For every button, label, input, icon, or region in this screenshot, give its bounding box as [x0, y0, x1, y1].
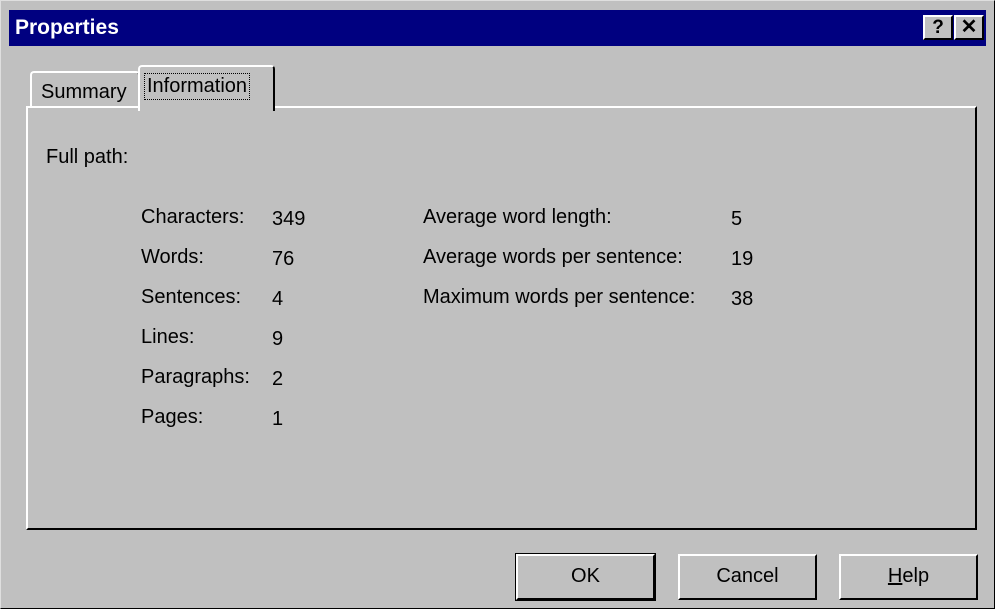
title-bar: Properties ? ✕: [9, 10, 986, 46]
stat-label-characters: Characters:: [141, 206, 245, 228]
stat-label-words: Words:: [141, 246, 204, 268]
stat-label-paragraphs: Paragraphs:: [141, 366, 250, 388]
ok-button[interactable]: OK: [515, 553, 656, 601]
stat-label-sentences: Sentences:: [141, 286, 242, 308]
stat-value-words: 76: [272, 248, 295, 270]
full-path-label: Full path:: [46, 146, 129, 168]
stat-value-avg-word-length: 5: [731, 208, 743, 230]
stat-value-max-words-sentence: 38: [731, 288, 754, 310]
stat-value-paragraphs: 2: [272, 368, 284, 390]
stat-label-max-words-sentence: Maximum words per sentence:: [423, 286, 696, 308]
window-title: Properties: [15, 16, 119, 39]
stat-value-pages: 1: [272, 408, 284, 430]
stat-value-sentences: 4: [272, 288, 284, 310]
tab-summary[interactable]: Summary: [30, 71, 140, 109]
stat-value-lines: 9: [272, 328, 284, 350]
properties-dialog: Properties ? ✕ Summary Information Full …: [0, 0, 995, 609]
stat-label-lines: Lines:: [141, 326, 195, 348]
stat-label-avg-word-length: Average word length:: [423, 206, 612, 228]
help-button-mnemonic: H: [887, 565, 903, 587]
stat-label-pages: Pages:: [141, 406, 204, 428]
close-icon[interactable]: ✕: [954, 15, 984, 40]
tab-information[interactable]: Information: [138, 65, 275, 111]
information-panel: Full path: Characters: 349 Words: 76 Sen…: [26, 106, 977, 530]
stat-value-avg-words-sentence: 19: [731, 248, 754, 270]
help-button[interactable]: Help: [839, 554, 978, 600]
tab-summary-label: Summary: [41, 81, 127, 103]
cancel-button[interactable]: Cancel: [678, 554, 817, 600]
stat-label-avg-words-sentence: Average words per sentence:: [423, 246, 683, 268]
help-icon[interactable]: ?: [923, 15, 953, 40]
help-button-label: elp: [902, 565, 930, 587]
stat-value-characters: 349: [272, 208, 306, 230]
tab-information-label: Information: [144, 73, 251, 100]
